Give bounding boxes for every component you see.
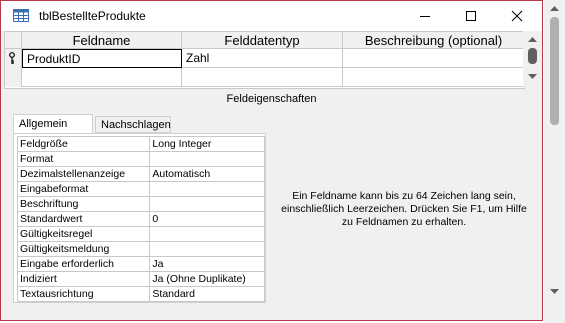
property-value[interactable]: Ja	[149, 256, 265, 272]
property-value[interactable]	[149, 241, 265, 257]
property-name: Beschriftung	[16, 196, 151, 212]
property-row[interactable]: Standardwert 0	[16, 211, 265, 227]
field-name-cell[interactable]: ProduktID	[22, 49, 182, 68]
property-name: Format	[16, 151, 151, 167]
property-name: Eingabeformat	[16, 181, 151, 197]
new-row-selector[interactable]	[5, 68, 22, 87]
field-properties-panel: Feldgröße Long Integer Format Dezimalstelle…	[13, 133, 266, 303]
property-row[interactable]: Eingabeformat	[16, 181, 265, 197]
property-row[interactable]: Textausrichtung Standard	[16, 286, 265, 302]
property-name: Standardwert	[16, 211, 151, 227]
column-header-field-name[interactable]: Feldname	[22, 32, 182, 49]
property-row[interactable]: Feldgröße Long Integer	[16, 136, 265, 152]
scroll-up-icon	[528, 37, 537, 42]
table-design-window: tblBestellteProdukte Feldname Felddatent…	[0, 0, 543, 321]
scroll-up-icon	[550, 6, 559, 11]
scroll-down-icon	[528, 74, 537, 79]
field-name-cell-empty[interactable]	[22, 68, 182, 87]
property-row[interactable]: Beschriftung	[16, 196, 265, 212]
property-value[interactable]	[149, 196, 265, 212]
tab-lookup[interactable]: Nachschlagen	[95, 116, 171, 133]
help-text: Ein Feldname kann bis zu 64 Zeichen lang…	[281, 190, 527, 228]
row-selector[interactable]	[5, 49, 22, 68]
property-name: Dezimalstellenanzeige	[16, 166, 151, 182]
property-value[interactable]	[149, 151, 265, 167]
window-scrollbar[interactable]	[544, 0, 565, 323]
property-row[interactable]: Indiziert Ja (Ohne Duplikate)	[16, 271, 265, 287]
data-type-cell[interactable]: Zahl	[182, 49, 343, 68]
data-type-cell-empty[interactable]	[182, 68, 343, 87]
maximize-icon	[466, 11, 476, 21]
description-cell[interactable]	[343, 49, 524, 68]
column-header-data-type[interactable]: Felddatentyp	[182, 32, 343, 49]
scroll-down-icon	[550, 289, 559, 294]
close-icon	[511, 10, 523, 22]
property-row[interactable]: Eingabe erforderlich Ja	[16, 256, 265, 272]
property-value[interactable]	[149, 226, 265, 242]
grid-scrollbar[interactable]	[523, 31, 542, 87]
scroll-thumb[interactable]	[528, 48, 537, 64]
title-bar[interactable]: tblBestellteProdukte	[1, 1, 542, 31]
property-value[interactable]	[149, 181, 265, 197]
property-row[interactable]: Dezimalstellenanzeige Automatisch	[16, 166, 265, 182]
close-button[interactable]	[494, 1, 540, 31]
property-name: Gültigkeitsmeldung	[16, 241, 151, 257]
primary-key-icon	[9, 52, 15, 64]
maximize-button[interactable]	[448, 1, 494, 31]
scroll-thumb[interactable]	[550, 17, 559, 125]
field-grid: Feldname Felddatentyp Beschreibung (opti…	[4, 31, 525, 89]
tab-general[interactable]: Allgemein	[13, 114, 93, 134]
minimize-button[interactable]	[402, 1, 448, 31]
property-value[interactable]: 0	[149, 211, 265, 227]
property-row[interactable]: Gültigkeitsregel	[16, 226, 265, 242]
property-value[interactable]: Ja (Ohne Duplikate)	[149, 271, 265, 287]
table-icon	[13, 9, 29, 22]
properties-table: Feldgröße Long Integer Format Dezimalstelle…	[16, 136, 265, 302]
description-cell-empty[interactable]	[343, 68, 524, 87]
property-name: Feldgröße	[16, 136, 151, 152]
field-properties-label: Feldeigenschaften	[226, 93, 317, 105]
property-value[interactable]: Automatisch	[149, 166, 265, 182]
property-row[interactable]: Gültigkeitsmeldung	[16, 241, 265, 257]
property-name: Textausrichtung	[16, 286, 151, 302]
property-name: Indiziert	[16, 271, 151, 287]
property-value[interactable]: Standard	[149, 286, 265, 302]
window-title: tblBestellteProdukte	[39, 9, 146, 23]
column-header-description[interactable]: Beschreibung (optional)	[343, 32, 524, 49]
property-name: Gültigkeitsregel	[16, 226, 151, 242]
property-row[interactable]: Format	[16, 151, 265, 167]
property-name: Eingabe erforderlich	[16, 256, 151, 272]
grid-corner	[5, 32, 22, 49]
minimize-icon	[420, 16, 430, 17]
property-value[interactable]: Long Integer	[149, 136, 265, 152]
